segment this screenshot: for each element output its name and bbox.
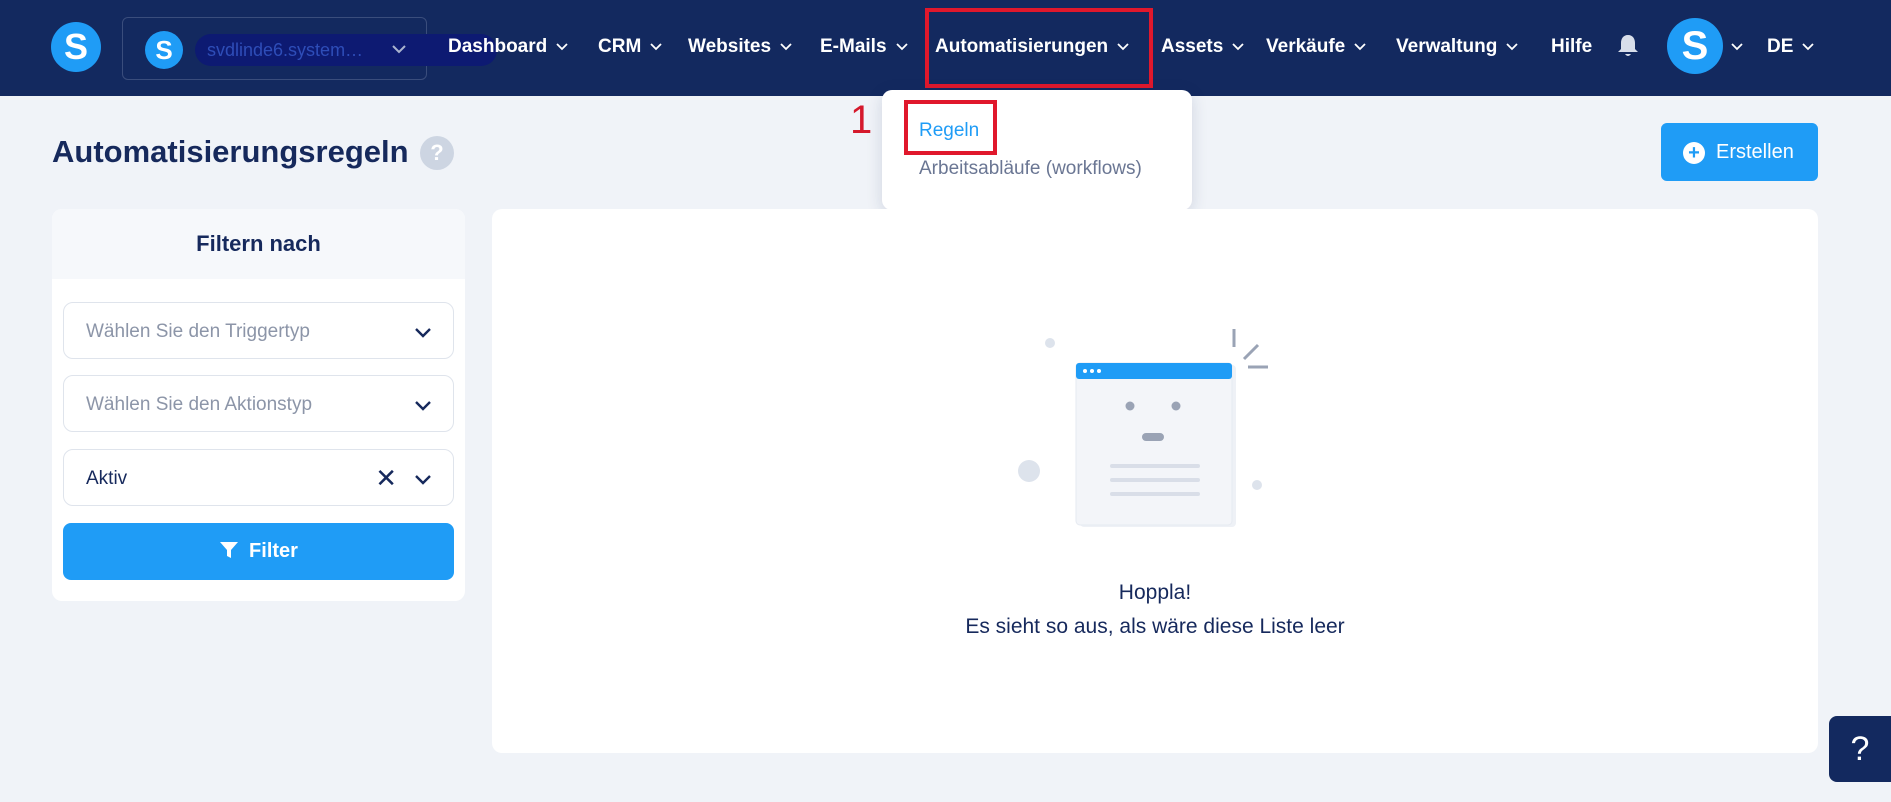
nav-hilfe-label: Hilfe [1551, 36, 1593, 57]
action-type-select[interactable]: Wählen Sie den Aktionstyp [63, 375, 454, 432]
status-select[interactable]: Aktiv ✕ [63, 449, 454, 506]
rules-list-card: Hoppla! Es sieht so aus, als wäre diese … [492, 209, 1818, 753]
filter-button[interactable]: Filter [63, 523, 454, 580]
status-value: Aktiv [86, 468, 128, 489]
chevron-down-icon [415, 401, 431, 411]
filter-button-label: Filter [249, 540, 298, 562]
account-switcher[interactable]: S svdlinde6.system… [122, 17, 497, 80]
nav-hilfe[interactable]: Hilfe [1551, 33, 1592, 61]
nav-emails-label: E-Mails [820, 36, 887, 57]
empty-state-title: Hoppla! [1118, 581, 1192, 604]
nav-assets[interactable]: Assets [1161, 33, 1245, 61]
chevron-down-icon [650, 43, 662, 51]
chevron-down-icon [895, 43, 908, 51]
nav-websites[interactable]: Websites [688, 33, 793, 61]
nav-dashboard[interactable]: Dashboard [448, 33, 569, 61]
chevron-down-icon [1354, 43, 1366, 51]
nav-verkaeufe[interactable]: Verkäufe [1266, 33, 1367, 61]
create-button-label: Erstellen [1716, 141, 1794, 163]
chevron-down-icon [780, 43, 792, 51]
funnel-icon [220, 541, 239, 558]
filter-panel: Filtern nach Wählen Sie den Triggertyp W… [52, 209, 465, 601]
nav-websites-label: Websites [688, 36, 772, 57]
plus-circle-icon: + [1683, 142, 1705, 164]
active-nav-highlight [925, 8, 1153, 88]
filter-heading: Filtern nach [52, 209, 465, 279]
nav-dashboard-label: Dashboard [448, 36, 548, 57]
menu-item-arbeitsablaeufe[interactable]: Arbeitsabläufe (workflows) [919, 158, 1142, 180]
chevron-down-icon [392, 45, 406, 54]
nav-crm[interactable]: CRM [598, 33, 663, 61]
nav-assets-label: Assets [1161, 36, 1224, 57]
empty-list-illustration [1018, 329, 1268, 527]
account-avatar: S [145, 31, 183, 69]
nav-verwaltung[interactable]: Verwaltung [1396, 33, 1519, 61]
page-title: Automatisierungsregeln [52, 134, 409, 169]
help-icon[interactable]: ? [420, 136, 454, 170]
automatisierungen-dropdown-menu: Regeln Arbeitsabläufe (workflows) [882, 90, 1192, 210]
chevron-down-icon [415, 328, 431, 338]
action-type-placeholder: Wählen Sie den Aktionstyp [86, 394, 313, 415]
app-logo[interactable]: S [51, 22, 101, 72]
empty-state-message: Es sieht so aus, als wäre diese Liste le… [965, 615, 1345, 638]
nav-emails[interactable]: E-Mails [820, 33, 909, 61]
nav-verwaltung-label: Verwaltung [1396, 36, 1498, 57]
user-avatar[interactable]: S [1667, 18, 1723, 74]
chevron-down-icon [1802, 43, 1815, 51]
chevron-down-icon[interactable] [1730, 40, 1744, 54]
chevron-down-icon [556, 43, 568, 51]
chevron-down-icon [415, 475, 431, 485]
chevron-down-icon [1232, 43, 1244, 51]
bell-icon[interactable] [1616, 33, 1640, 59]
annotation-number: 1 [850, 98, 873, 142]
create-button[interactable]: + Erstellen [1661, 123, 1818, 181]
language-label: DE [1767, 36, 1794, 57]
menu-item-regeln[interactable]: Regeln [919, 120, 979, 142]
nav-verkaeufe-label: Verkäufe [1266, 36, 1346, 57]
floating-help-button[interactable]: ? [1829, 716, 1891, 782]
clear-icon[interactable]: ✕ [375, 464, 397, 492]
chevron-down-icon [1506, 43, 1518, 51]
trigger-type-select[interactable]: Wählen Sie den Triggertyp [63, 302, 454, 359]
language-switcher[interactable]: DE [1767, 33, 1815, 61]
nav-crm-label: CRM [598, 36, 642, 57]
trigger-type-placeholder: Wählen Sie den Triggertyp [86, 321, 310, 342]
